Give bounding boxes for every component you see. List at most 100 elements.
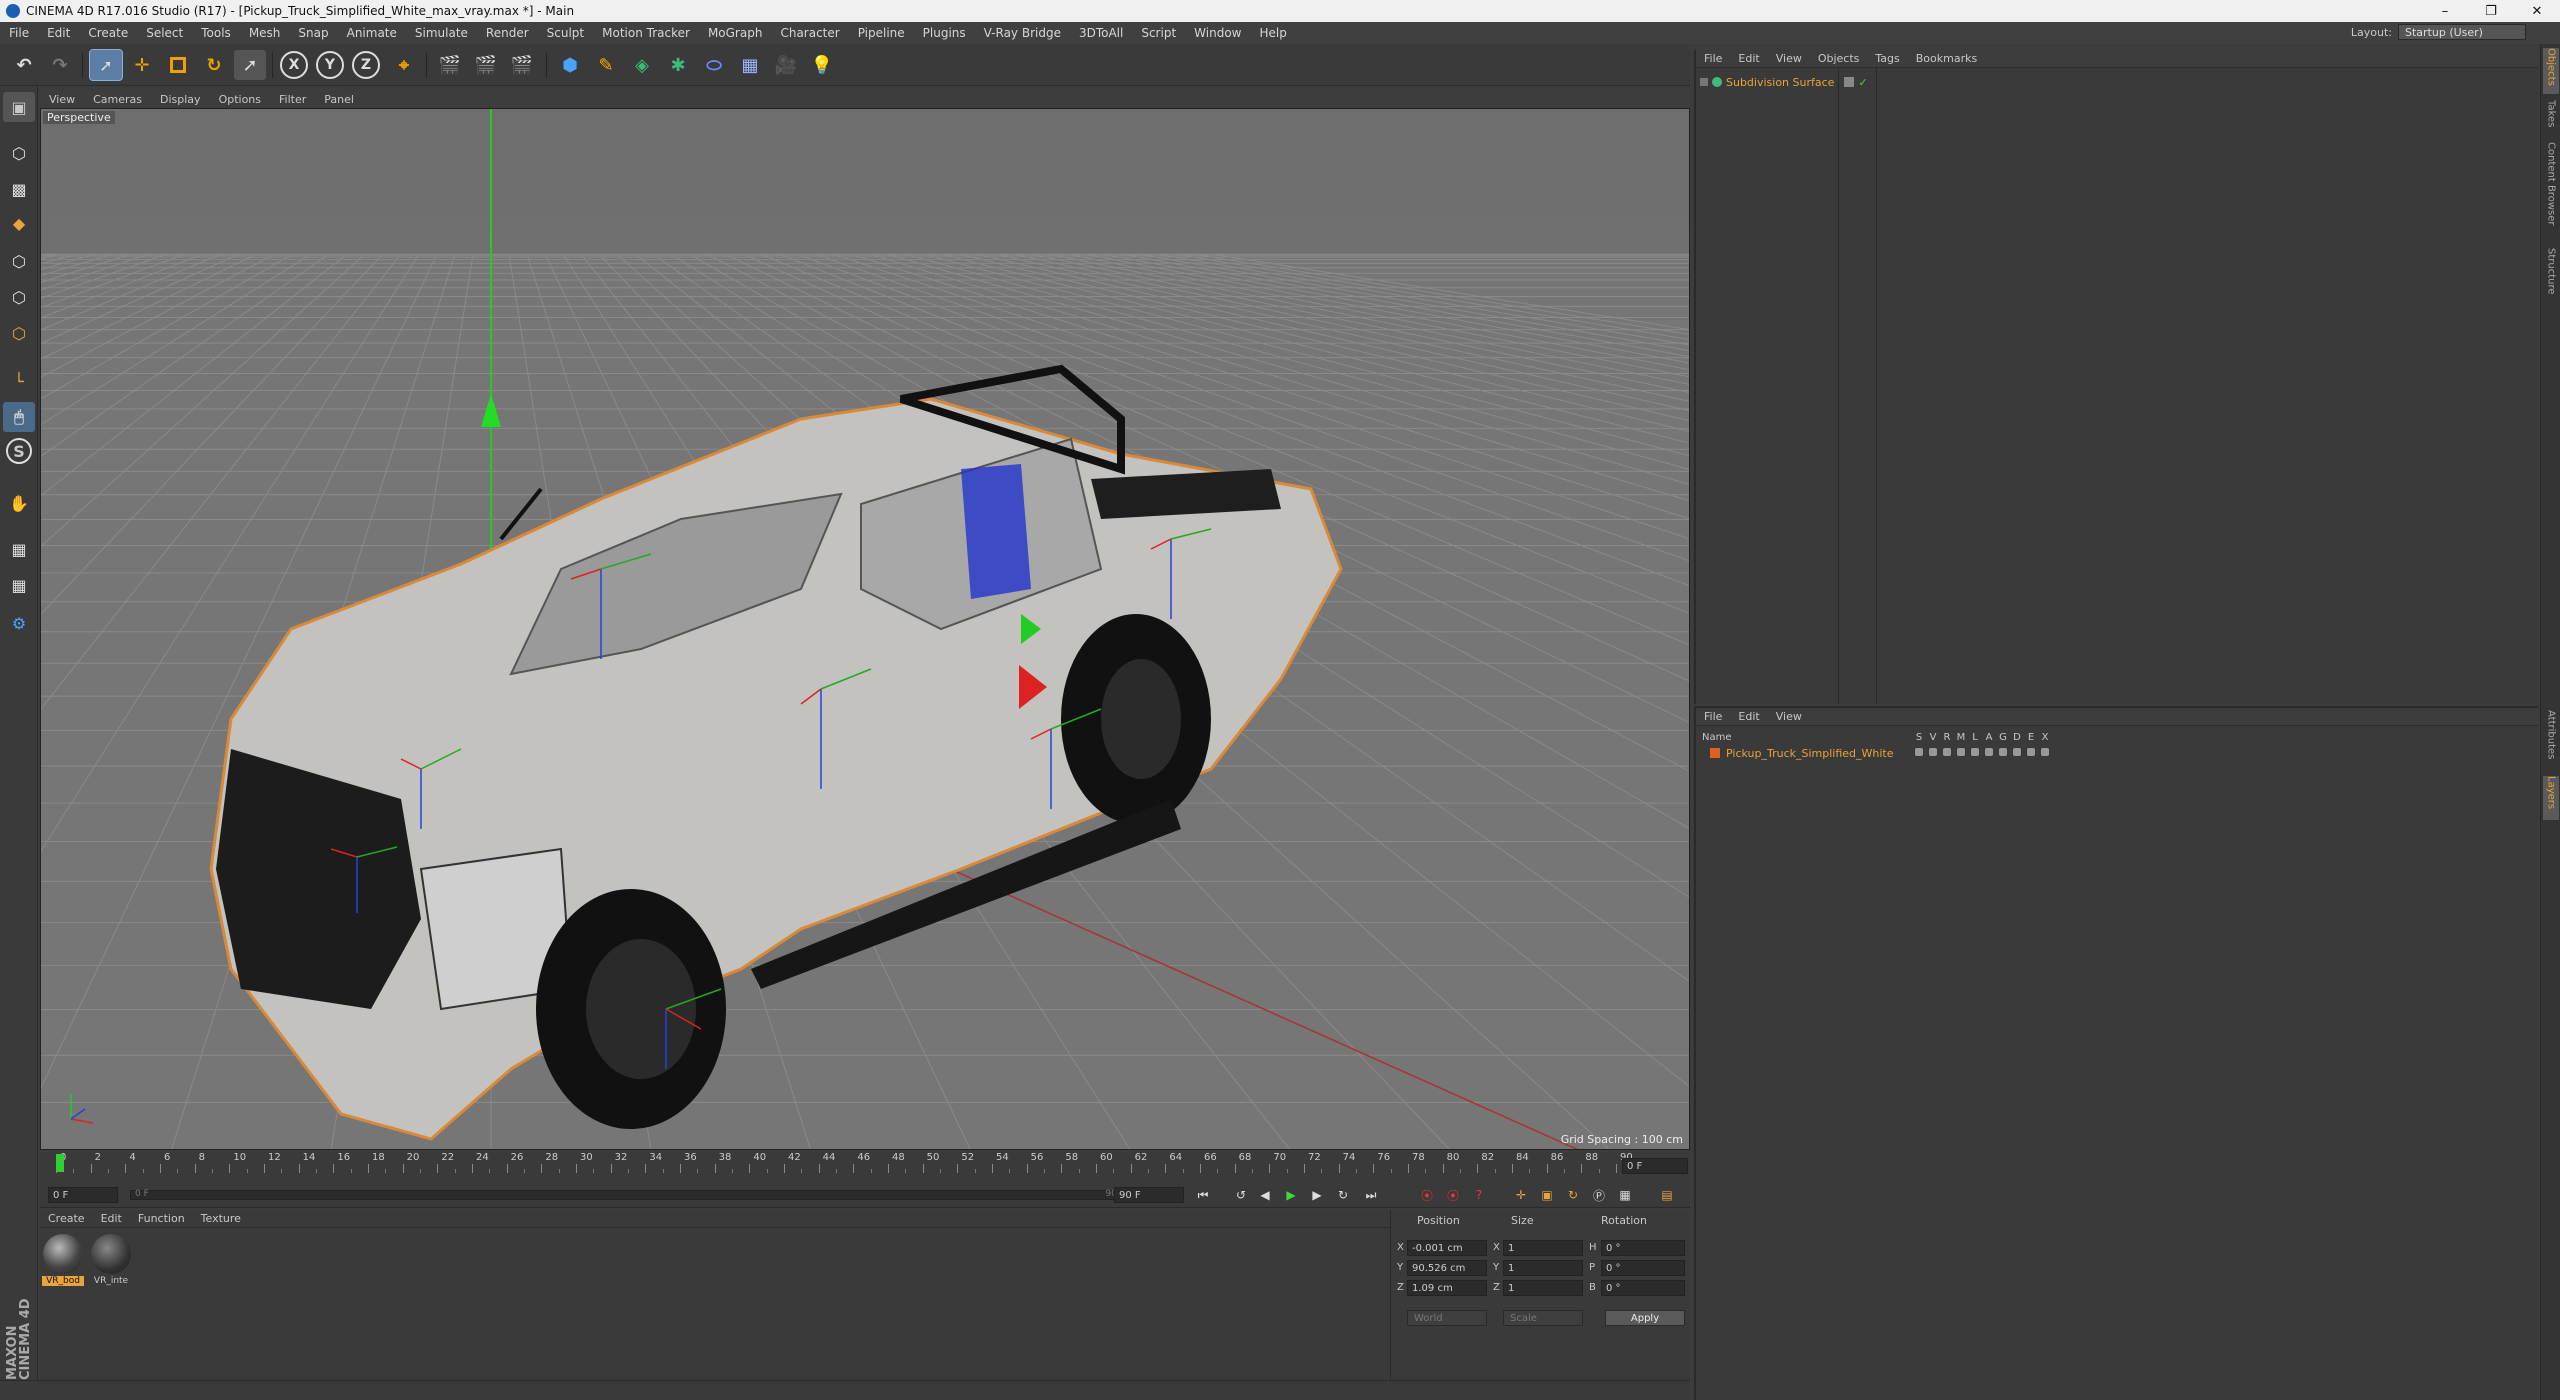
rotation-h-field[interactable]: 0 ° xyxy=(1601,1240,1685,1256)
subdivision-surface-icon[interactable]: ◈ xyxy=(626,50,658,80)
menu-sculpt[interactable]: Sculpt xyxy=(538,26,593,40)
undo-icon[interactable]: ↶ xyxy=(8,50,40,80)
menu-create[interactable]: Create xyxy=(79,26,137,40)
points-mode-icon[interactable]: ⬡ xyxy=(3,246,35,276)
layer-toggle-s-icon[interactable] xyxy=(1912,748,1926,758)
menu-mograph[interactable]: MoGraph xyxy=(699,26,772,40)
previous-frame-icon[interactable]: ◀ xyxy=(1254,1185,1276,1205)
pen-spline-icon[interactable]: ✎ xyxy=(590,50,622,80)
rotate-icon[interactable]: ↻ xyxy=(198,50,230,80)
apply-button[interactable]: Apply xyxy=(1605,1310,1685,1326)
restore-button[interactable]: ❐ xyxy=(2468,0,2514,22)
edges-mode-icon[interactable]: ⬡ xyxy=(3,282,35,312)
object-menu-file[interactable]: File xyxy=(1696,52,1730,65)
viewport-menu-display[interactable]: Display xyxy=(151,93,210,106)
tab-objects[interactable]: Objects xyxy=(2543,48,2559,94)
preview-range-slider[interactable]: 0 F 90 F xyxy=(130,1189,1140,1200)
rotation-p-field[interactable]: 0 ° xyxy=(1601,1260,1685,1276)
material-menu-create[interactable]: Create xyxy=(40,1212,93,1225)
go-to-end-icon[interactable]: ⏭ xyxy=(1360,1185,1382,1205)
coordinate-system-icon[interactable]: ⌖ xyxy=(388,50,420,80)
viewport-menu-view[interactable]: View xyxy=(40,93,84,106)
layer-row-pickup-truck[interactable]: Pickup_Truck_Simplified_White xyxy=(1696,746,2540,760)
layout-dropdown[interactable]: Startup (User) xyxy=(2398,24,2526,40)
playhead[interactable] xyxy=(56,1154,64,1172)
key-rotation-icon[interactable]: ↻ xyxy=(1562,1185,1584,1205)
position-z-field[interactable]: 1.09 cm xyxy=(1407,1280,1487,1296)
z-axis-lock-icon[interactable]: Z xyxy=(352,51,380,79)
array-icon[interactable]: ✱ xyxy=(662,50,694,80)
viewport-menu-cameras[interactable]: Cameras xyxy=(84,93,151,106)
tab-structure[interactable]: Structure xyxy=(2543,248,2559,304)
layer-toggle-x-icon[interactable] xyxy=(2038,748,2052,758)
coordinate-mode-dropdown[interactable]: World xyxy=(1407,1310,1487,1326)
object-menu-view[interactable]: View xyxy=(1768,52,1810,65)
material-menu-function[interactable]: Function xyxy=(130,1212,193,1225)
key-position-icon[interactable]: ✛ xyxy=(1510,1185,1532,1205)
play-icon[interactable]: ▶ xyxy=(1280,1185,1302,1205)
workplane-mode-icon[interactable]: ◆ xyxy=(3,208,35,238)
size-mode-dropdown[interactable]: Scale xyxy=(1503,1310,1583,1326)
layer-toggle-v-icon[interactable] xyxy=(1926,748,1940,758)
menu-edit[interactable]: Edit xyxy=(38,26,79,40)
polygons-mode-icon[interactable]: ⬡ xyxy=(3,318,35,348)
position-x-field[interactable]: -0.001 cm xyxy=(1407,1240,1487,1256)
layer-toggle-a-icon[interactable] xyxy=(1982,748,1996,758)
object-menu-edit[interactable]: Edit xyxy=(1730,52,1767,65)
y-axis-lock-icon[interactable]: Y xyxy=(316,51,344,79)
timeline-window-icon[interactable]: ▤ xyxy=(1656,1185,1678,1205)
layer-toggle-g-icon[interactable] xyxy=(1996,748,2010,758)
tab-content-browser[interactable]: Content Browser xyxy=(2543,142,2559,242)
snap-icon[interactable]: S xyxy=(6,438,32,464)
viewport-menu-panel[interactable]: Panel xyxy=(315,93,363,106)
key-parameter-icon[interactable]: Ⓟ xyxy=(1588,1185,1610,1205)
visibility-icon[interactable] xyxy=(1844,77,1855,87)
keyframe-selection-icon[interactable]: ? xyxy=(1468,1185,1490,1205)
layer-toggle-e-icon[interactable] xyxy=(2024,748,2038,758)
previous-keyframe-icon[interactable]: ↺ xyxy=(1230,1185,1252,1205)
x-axis-lock-icon[interactable]: X xyxy=(280,51,308,79)
lock-workplane-icon[interactable]: ✋ xyxy=(3,488,35,518)
end-frame-field[interactable]: 90 F xyxy=(1114,1187,1184,1203)
perspective-viewport[interactable]: Perspective Grid Spacing : 100 cm xyxy=(40,108,1690,1150)
layer-menu-file[interactable]: File xyxy=(1696,710,1730,723)
tab-attributes[interactable]: Attributes xyxy=(2543,710,2559,772)
menu-script[interactable]: Script xyxy=(1132,26,1185,40)
menu-pipeline[interactable]: Pipeline xyxy=(849,26,914,40)
material-vr-bod[interactable]: VR_bod xyxy=(42,1234,84,1286)
menu-help[interactable]: Help xyxy=(1250,26,1295,40)
record-keys-icon[interactable]: ⦿ xyxy=(1416,1185,1438,1205)
move-icon[interactable]: ✛ xyxy=(126,50,158,80)
layer-toggle-d-icon[interactable] xyxy=(2010,748,2024,758)
workplane-icon[interactable]: ▦ xyxy=(3,534,35,564)
scale-icon[interactable] xyxy=(162,50,194,80)
axis-mode-icon[interactable]: └ xyxy=(3,366,35,396)
object-menu-bookmarks[interactable]: Bookmarks xyxy=(1908,52,1985,65)
tweak-mode-icon[interactable]: 🖱 xyxy=(3,402,35,432)
object-row-subdivision-surface[interactable]: Subdivision Surface ✓ xyxy=(1696,74,1868,90)
autokey-icon[interactable]: ⦿ xyxy=(1442,1185,1464,1205)
render-picture-viewer-icon[interactable]: 🎬 xyxy=(470,50,502,80)
size-y-field[interactable]: 1 xyxy=(1503,1260,1583,1276)
menu-file[interactable]: File xyxy=(0,26,38,40)
close-button[interactable]: ✕ xyxy=(2514,0,2560,22)
menu-window[interactable]: Window xyxy=(1185,26,1250,40)
camera-icon[interactable]: 🎥 xyxy=(770,50,802,80)
viewport-menu-filter[interactable]: Filter xyxy=(270,93,315,106)
object-menu-tags[interactable]: Tags xyxy=(1867,52,1907,65)
menu-select[interactable]: Select xyxy=(137,26,192,40)
material-vr-inte[interactable]: VR_inte xyxy=(90,1234,132,1286)
tab-layers[interactable]: Layers xyxy=(2543,776,2559,820)
python-icon[interactable]: ⚙ xyxy=(3,608,35,638)
menu-mesh[interactable]: Mesh xyxy=(240,26,290,40)
enabled-check-icon[interactable]: ✓ xyxy=(1858,76,1867,89)
layer-menu-view[interactable]: View xyxy=(1768,710,1810,723)
last-tool-icon[interactable]: ➚ xyxy=(234,50,266,80)
material-menu-edit[interactable]: Edit xyxy=(93,1212,130,1225)
key-scale-icon[interactable]: ▣ xyxy=(1536,1185,1558,1205)
menu-3dtoall[interactable]: 3DToAll xyxy=(1070,26,1132,40)
layer-menu-edit[interactable]: Edit xyxy=(1730,710,1767,723)
redo-icon[interactable]: ↷ xyxy=(44,50,76,80)
planar-workplane-icon[interactable]: ▦ xyxy=(3,570,35,600)
position-y-field[interactable]: 90.526 cm xyxy=(1407,1260,1487,1276)
